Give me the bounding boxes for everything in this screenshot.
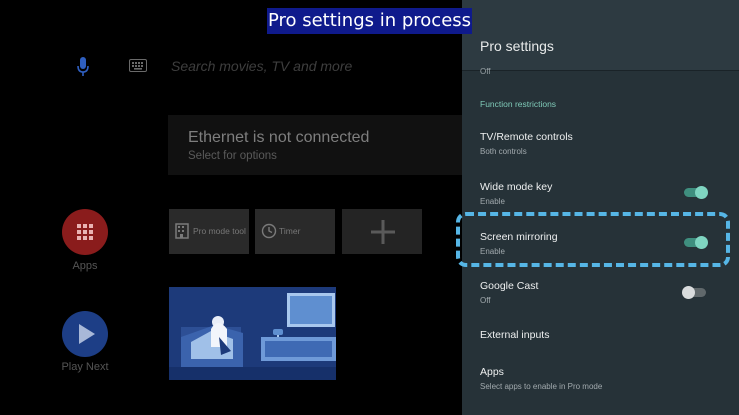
tv-launcher: Search movies, TV and more Ethernet is n… (0, 0, 462, 415)
pro-mode-tool-tile[interactable]: Pro mode tool (169, 209, 249, 254)
setting-tv-remote-controls[interactable]: TV/Remote controls Both controls (480, 131, 720, 157)
setting-apps[interactable]: Apps Select apps to enable in Pro mode (480, 366, 720, 392)
featured-illustration[interactable] (169, 287, 336, 380)
add-tile-button[interactable] (342, 209, 422, 254)
pro-settings-panel: Pro settings Off Function restrictions T… (462, 0, 739, 415)
google-cast-toggle[interactable] (682, 286, 708, 299)
play-next-button[interactable] (62, 311, 108, 357)
building-icon (175, 223, 189, 239)
plus-icon (371, 220, 395, 244)
living-room-illustration (169, 287, 336, 380)
grid-icon (77, 224, 93, 240)
setting-google-cast[interactable]: Google Cast Off (480, 280, 720, 306)
wide-mode-key-toggle[interactable] (682, 186, 708, 199)
play-icon (79, 324, 95, 344)
timer-tile[interactable]: Timer (255, 209, 335, 254)
microphone-icon[interactable] (76, 56, 90, 78)
search-input[interactable]: Search movies, TV and more (171, 58, 352, 74)
apps-button[interactable] (62, 209, 108, 255)
setting-title: External inputs (480, 329, 550, 341)
ethernet-status-card[interactable]: Ethernet is not connected Select for opt… (168, 115, 462, 175)
section-header: Function restrictions (480, 99, 557, 109)
clock-icon (261, 223, 277, 239)
setting-external-inputs[interactable]: External inputs (480, 329, 720, 342)
setting-title: Apps (480, 366, 504, 378)
ethernet-subtitle: Select for options (188, 150, 277, 162)
setting-wide-mode-key[interactable]: Wide mode key Enable (480, 181, 720, 207)
panel-header: Pro settings (462, 0, 739, 71)
ethernet-title: Ethernet is not connected (188, 129, 370, 146)
status-banner: Pro settings in process (267, 8, 472, 34)
keyboard-icon[interactable] (129, 59, 147, 72)
setting-subtitle: Select apps to enable in Pro mode (480, 382, 603, 391)
panel-title: Pro settings (480, 38, 554, 54)
play-next-label: Play Next (61, 361, 109, 373)
setting-subtitle: Both controls (480, 147, 527, 156)
tile-label: Timer (279, 226, 301, 236)
apps-label: Apps (72, 260, 98, 272)
focus-highlight (456, 212, 730, 267)
previous-item-subtitle: Off (480, 67, 491, 76)
setting-subtitle: Enable (480, 197, 505, 206)
tile-label: Pro mode tool (193, 226, 246, 236)
setting-title: TV/Remote controls (480, 131, 573, 143)
